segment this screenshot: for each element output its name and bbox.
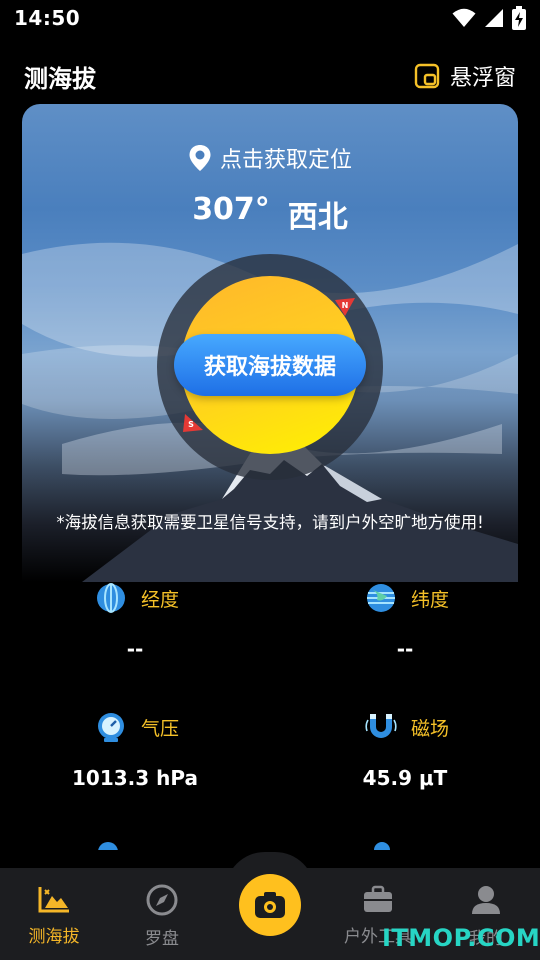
status-time: 14:50 (14, 6, 81, 30)
camera-button[interactable] (239, 874, 301, 936)
globe-icon (97, 583, 125, 613)
toolbox-icon (364, 885, 392, 912)
location-label: 点击获取定位 (219, 148, 352, 173)
longitude-label: 经度 (141, 588, 180, 611)
user-icon (472, 886, 500, 914)
battery-icon (512, 6, 526, 30)
compass-n-label: N (342, 301, 349, 310)
compass-south-marker: S (183, 414, 203, 432)
location-pin-icon (189, 145, 211, 171)
heading-readout: 307° 西北 (22, 192, 518, 236)
latitude-cell: 纬度 (365, 582, 540, 614)
magnetic-value: 45.9 μT (362, 766, 448, 790)
compass-icon (146, 884, 178, 916)
gps-notice: *海拔信息获取需要卫星信号支持，请到户外空旷地方使用! (56, 513, 484, 532)
altitude-icon (38, 887, 69, 913)
magnet-icon (365, 714, 397, 738)
pressure-cell: 气压 (95, 711, 365, 743)
floating-window-label: 悬浮窗 (449, 66, 516, 91)
globe-latitude-icon (367, 584, 395, 612)
pressure-value: 1013.3 hPa (72, 766, 198, 790)
compass-s-label: S (188, 420, 194, 429)
next-row-right-icon (372, 840, 392, 850)
get-altitude-button[interactable]: 获取海拔数据 (174, 334, 366, 396)
latitude-label: 纬度 (411, 588, 450, 611)
location-row[interactable]: 点击获取定位 (22, 142, 518, 174)
compass-north-marker: N (335, 298, 355, 316)
nav-label-compass: 罗盘 (145, 929, 179, 949)
longitude-value: -- (126, 637, 144, 661)
pressure-label: 气压 (141, 717, 180, 740)
floating-window-icon (414, 63, 440, 89)
longitude-cell: 经度 (95, 582, 365, 614)
status-icons (452, 6, 526, 30)
latitude-value: -- (396, 637, 414, 661)
barometer-icon (98, 713, 124, 742)
status-bar: 14:50 (0, 0, 540, 36)
nav-label-altitude: 测海拔 (28, 927, 80, 947)
magnetic-label: 磁场 (411, 717, 450, 740)
nav-tab-compass[interactable]: 罗盘 (117, 884, 207, 949)
signal-icon (485, 9, 503, 27)
watermark: ITMOP.COM (382, 924, 540, 952)
next-row-left-icon (96, 840, 120, 850)
magnetic-cell: 磁场 (365, 711, 540, 743)
page-title: 测海拔 (24, 64, 96, 93)
heading-degree: 307° (192, 192, 270, 227)
heading-direction: 西北 (287, 200, 348, 235)
altitude-hero-card: 点击获取定位 307° 西北 N S 获取海拔数据 *海拔信息获取需要卫星信号支… (22, 104, 518, 582)
app-header: 测海拔 悬浮窗 (0, 50, 540, 102)
nav-tab-altitude[interactable]: 测海拔 (9, 884, 99, 947)
floating-window-button[interactable]: 悬浮窗 (414, 60, 516, 92)
camera-icon (255, 892, 285, 918)
wifi-icon (452, 8, 476, 27)
